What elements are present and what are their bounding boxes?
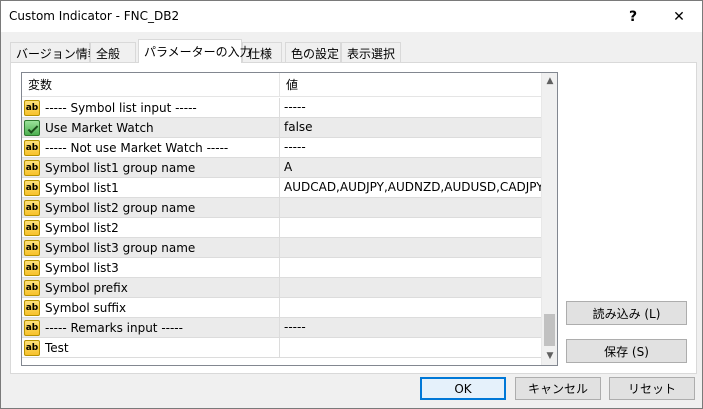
row-value-cell[interactable]: AUDCAD,AUDJPY,AUDNZD,AUDUSD,CADJPY,... bbox=[280, 178, 541, 198]
table-row[interactable]: ab Test bbox=[22, 338, 541, 358]
row-name: Symbol list2 bbox=[45, 221, 119, 235]
row-value-cell[interactable]: ----- bbox=[280, 318, 541, 338]
table-row[interactable]: ab Symbol list3 bbox=[22, 258, 541, 278]
tab-display-selection[interactable]: 表示選択 bbox=[341, 42, 401, 63]
row-value-cell[interactable] bbox=[280, 258, 541, 278]
parameter-list[interactable]: 変数 値 ab ----- Symbol list input ----- ---… bbox=[21, 72, 558, 366]
ab-icon: ab bbox=[24, 220, 40, 236]
load-button[interactable]: 読み込み (L) bbox=[566, 301, 687, 325]
ab-icon: ab bbox=[24, 160, 40, 176]
ab-icon: ab bbox=[24, 280, 40, 296]
row-name-cell[interactable]: ab Symbol list3 bbox=[22, 258, 280, 278]
ok-button[interactable]: OK bbox=[420, 377, 506, 400]
row-name-cell[interactable]: ab Symbol list2 group name bbox=[22, 198, 280, 218]
table-row[interactable]: ab ----- Symbol list input ----- ----- bbox=[22, 98, 541, 118]
row-value-cell[interactable] bbox=[280, 278, 541, 298]
row-name-cell[interactable]: ab Symbol suffix bbox=[22, 298, 280, 318]
save-button[interactable]: 保存 (S) bbox=[566, 339, 687, 363]
table-row[interactable]: ab Symbol list2 group name bbox=[22, 198, 541, 218]
ab-icon: ab bbox=[24, 100, 40, 116]
row-name-cell[interactable]: ab Symbol list1 group name bbox=[22, 158, 280, 178]
tab-general[interactable]: 全般 bbox=[90, 42, 136, 63]
title-bar[interactable]: Custom Indicator - FNC_DB2 ? ✕ bbox=[1, 1, 702, 32]
column-header-value[interactable]: 値 bbox=[280, 73, 541, 97]
ab-icon: ab bbox=[24, 240, 40, 256]
row-name-cell[interactable]: ab Symbol list1 bbox=[22, 178, 280, 198]
cancel-button[interactable]: キャンセル bbox=[515, 377, 601, 400]
tab-color-settings[interactable]: 色の設定 bbox=[285, 42, 341, 63]
ab-icon: ab bbox=[24, 300, 40, 316]
help-icon[interactable]: ? bbox=[610, 1, 656, 32]
row-name-cell[interactable]: ab Symbol list2 bbox=[22, 218, 280, 238]
row-value-cell[interactable]: false bbox=[280, 118, 541, 138]
ab-icon: ab bbox=[24, 320, 40, 336]
scroll-down-icon[interactable]: ▼ bbox=[542, 348, 557, 365]
row-value-cell[interactable]: ----- bbox=[280, 138, 541, 158]
table-row[interactable]: ab Symbol list1 group name A bbox=[22, 158, 541, 178]
ab-icon: ab bbox=[24, 260, 40, 276]
row-name: Test bbox=[45, 341, 69, 355]
table-row[interactable]: ab Symbol prefix bbox=[22, 278, 541, 298]
row-name-cell[interactable]: Use Market Watch bbox=[22, 118, 280, 138]
table-row[interactable]: ab ----- Not use Market Watch ----- ----- bbox=[22, 138, 541, 158]
table-row[interactable]: ab Symbol list3 group name bbox=[22, 238, 541, 258]
row-name-cell[interactable]: ab ----- Remarks input ----- bbox=[22, 318, 280, 338]
scroll-up-icon[interactable]: ▲ bbox=[542, 73, 557, 90]
table-row[interactable]: ab Symbol list1 AUDCAD,AUDJPY,AUDNZD,AUDU… bbox=[22, 178, 541, 198]
scroll-thumb[interactable] bbox=[544, 314, 555, 346]
row-name: Symbol list1 group name bbox=[45, 161, 196, 175]
row-name: Symbol suffix bbox=[45, 301, 127, 315]
tab-input-parameters[interactable]: パラメーターの入力 bbox=[138, 39, 252, 63]
custom-indicator-dialog: Custom Indicator - FNC_DB2 ? ✕ バージョン情報 全… bbox=[0, 0, 703, 409]
row-name: Symbol list3 group name bbox=[45, 241, 196, 255]
bool-icon bbox=[24, 120, 40, 136]
row-name: ----- Symbol list input ----- bbox=[45, 101, 197, 115]
tab-version-info[interactable]: バージョン情報 bbox=[10, 42, 100, 63]
reset-button[interactable]: リセット bbox=[609, 377, 695, 400]
row-name: ----- Remarks input ----- bbox=[45, 321, 183, 335]
ab-icon: ab bbox=[24, 140, 40, 156]
row-name: ----- Not use Market Watch ----- bbox=[45, 141, 229, 155]
row-value-cell[interactable] bbox=[280, 218, 541, 238]
row-value-cell[interactable] bbox=[280, 238, 541, 258]
close-icon[interactable]: ✕ bbox=[656, 1, 702, 32]
row-name: Symbol list3 bbox=[45, 261, 119, 275]
ab-icon: ab bbox=[24, 180, 40, 196]
row-name-cell[interactable]: ab Symbol list3 group name bbox=[22, 238, 280, 258]
row-name-cell[interactable]: ab ----- Not use Market Watch ----- bbox=[22, 138, 280, 158]
parameter-rows: ab ----- Symbol list input ----- ----- Us… bbox=[22, 98, 541, 365]
row-name: Symbol list2 group name bbox=[45, 201, 196, 215]
row-value-cell[interactable] bbox=[280, 298, 541, 318]
row-name: Use Market Watch bbox=[45, 121, 154, 135]
list-header: 変数 値 bbox=[22, 73, 541, 97]
row-name-cell[interactable]: ab Test bbox=[22, 338, 280, 358]
row-value-cell[interactable]: ----- bbox=[280, 98, 541, 118]
column-header-variable[interactable]: 変数 bbox=[22, 73, 280, 97]
row-value-cell[interactable]: A bbox=[280, 158, 541, 178]
window-title: Custom Indicator - FNC_DB2 bbox=[9, 9, 180, 23]
vertical-scrollbar[interactable]: ▲ ▼ bbox=[541, 73, 557, 365]
row-name: Symbol list1 bbox=[45, 181, 119, 195]
row-value-cell[interactable] bbox=[280, 338, 541, 358]
table-row[interactable]: ab Symbol suffix bbox=[22, 298, 541, 318]
table-row[interactable]: ab Symbol list2 bbox=[22, 218, 541, 238]
row-name: Symbol prefix bbox=[45, 281, 128, 295]
table-row[interactable]: ab ----- Remarks input ----- ----- bbox=[22, 318, 541, 338]
row-name-cell[interactable]: ab ----- Symbol list input ----- bbox=[22, 98, 280, 118]
ab-icon: ab bbox=[24, 200, 40, 216]
table-row[interactable]: Use Market Watch false bbox=[22, 118, 541, 138]
row-value-cell[interactable] bbox=[280, 198, 541, 218]
ab-icon: ab bbox=[24, 340, 40, 356]
row-name-cell[interactable]: ab Symbol prefix bbox=[22, 278, 280, 298]
